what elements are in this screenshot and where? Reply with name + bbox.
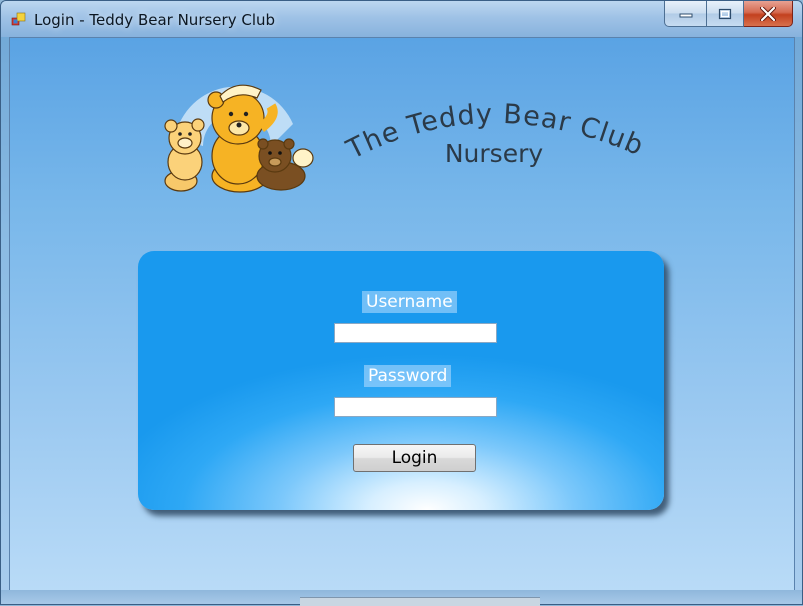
password-input[interactable] — [334, 397, 497, 417]
login-panel: Username Password Login — [138, 251, 664, 510]
window-title: Login - Teddy Bear Nursery Club — [34, 11, 276, 29]
login-window: Login - Teddy Bear Nursery Club The Tedd… — [0, 0, 803, 605]
title-bar[interactable]: Login - Teddy Bear Nursery Club — [1, 1, 802, 37]
maximize-icon — [718, 8, 732, 19]
minimize-button[interactable] — [664, 1, 707, 27]
logo-line-2: Nursery — [445, 139, 544, 168]
username-label: Username — [362, 291, 457, 313]
login-button[interactable]: Login — [353, 444, 476, 472]
teddy-bears-logo-icon — [164, 84, 314, 193]
username-input[interactable] — [334, 323, 497, 343]
club-name-logo: The Teddy Bear Club Nursery — [341, 99, 647, 168]
client-area: The Teddy Bear Club Nursery Username Pas… — [9, 37, 795, 592]
password-label: Password — [364, 365, 452, 387]
close-button[interactable] — [744, 1, 793, 27]
maximize-button[interactable] — [707, 1, 744, 27]
app-window-icon — [11, 12, 26, 26]
minimize-icon — [679, 13, 692, 17]
close-icon — [760, 6, 776, 21]
